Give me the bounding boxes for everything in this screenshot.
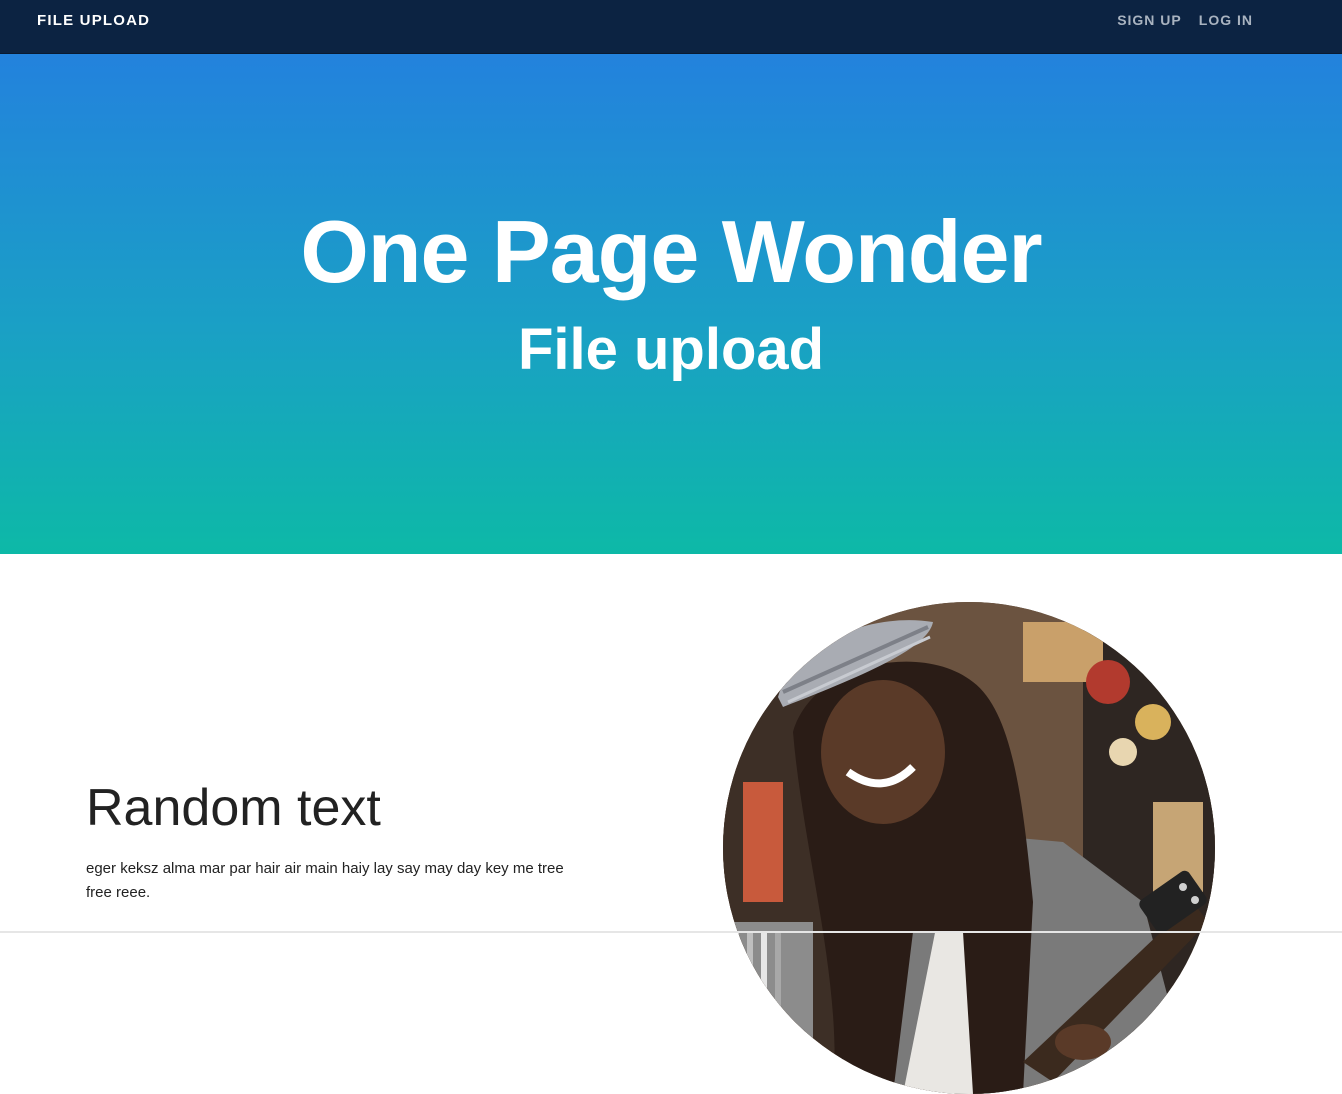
section-text: eger keksz alma mar par hair air main ha… xyxy=(86,860,564,901)
photo-illustration xyxy=(723,602,1215,1094)
feature-photo xyxy=(723,602,1215,1094)
hero-subtitle: File upload xyxy=(517,317,825,382)
navbar: FILE UPLOAD SIGN UP LOG IN xyxy=(0,0,1342,54)
content-section: Random text eger keksz alma mar par hair… xyxy=(0,554,1342,1094)
nav-links: SIGN UP LOG IN xyxy=(1117,12,1253,28)
brand-link[interactable]: FILE UPLOAD xyxy=(37,12,150,29)
section-heading: Random text xyxy=(86,779,381,837)
log-in-link[interactable]: LOG IN xyxy=(1199,12,1253,28)
sign-up-link[interactable]: SIGN UP xyxy=(1117,12,1182,28)
hero-title: One Page Wonder xyxy=(300,202,1042,301)
hero-section: One Page Wonder File upload xyxy=(0,54,1342,554)
